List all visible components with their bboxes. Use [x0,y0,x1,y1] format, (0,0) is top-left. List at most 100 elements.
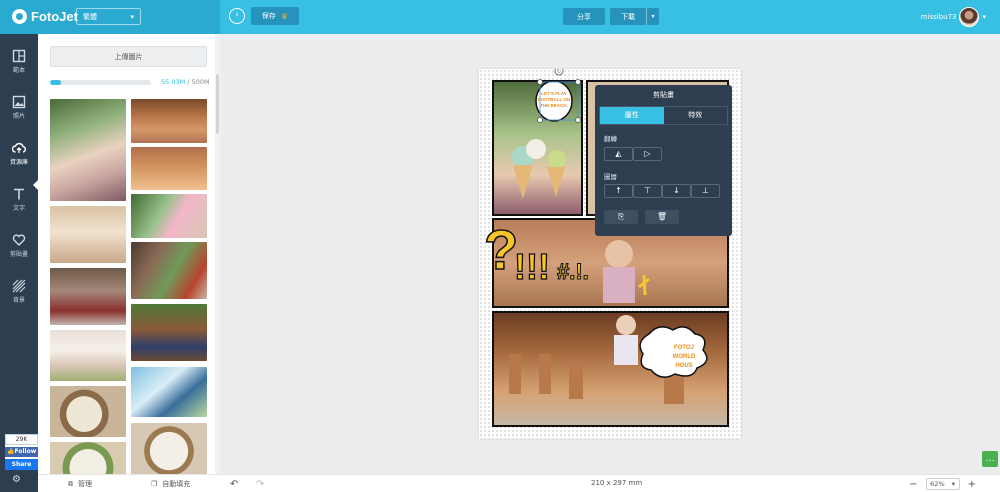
svg-text:WORLD: WORLD [673,354,696,360]
save-button[interactable]: 保存 ♛ [251,7,299,25]
svg-text:!!!: !!! [514,246,550,287]
svg-text:#.!.: #.!. [557,259,589,284]
back-button[interactable]: ‹ [229,8,245,24]
cloud-bubble[interactable] [639,326,708,378]
to-top-icon: ⊤ [644,186,651,195]
autofill-button[interactable]: ❐ 自動填充 [151,479,190,489]
autofill-icon: ❐ [151,480,158,488]
zoom-out-icon[interactable]: − [909,479,917,490]
pattern-icon [12,279,26,293]
gear-icon[interactable]: ⚙ [12,474,21,485]
svg-text:FOOTBALL ON: FOOTBALL ON [538,97,570,102]
storage-used: 55.03M [161,78,186,86]
library-thumbnail[interactable] [131,194,207,238]
send-backward-button[interactable]: ↓ [662,184,691,198]
nav-item-photos[interactable]: 照片 [0,90,38,130]
tab-effects[interactable]: 特效 [664,107,728,124]
upload-image-button[interactable]: 上傳圖片 [50,46,207,67]
trash-icon: 🗑 [656,212,668,221]
storage-progress-fill [50,79,62,85]
crown-icon: ♛ [280,11,289,21]
bring-to-front-button[interactable]: ⊤ [633,184,662,198]
download-dropdown-icon[interactable]: ▾ [646,8,659,25]
arrow-down-icon: ↓ [673,186,680,195]
user-menu[interactable]: missibu73 ▾ [921,7,986,27]
library-thumbnail[interactable] [131,367,207,417]
undo-button[interactable]: ↶ [230,479,238,490]
svg-text:FOTOJ: FOTOJ [674,345,694,351]
page-size: 210 x 297 mm [591,479,643,487]
facebook-share-button[interactable]: Share [5,459,38,470]
language-select[interactable]: 繁體 ▾ [76,8,141,25]
library-thumbnail[interactable] [50,442,126,474]
share-button[interactable]: 分享 [563,8,605,25]
library-thumbnail[interactable] [131,99,207,143]
fotojet-logo[interactable]: FotoJet [12,9,78,24]
zoom-controls: − 62% ▾ + [909,478,976,490]
cloud-upload-icon [12,142,26,153]
resize-handle[interactable] [537,79,543,85]
scroll-thumb[interactable] [216,74,219,134]
resize-handle[interactable] [537,117,543,123]
nav-item-clipart[interactable]: 剪貼畫 [0,228,38,268]
tab-properties[interactable]: 屬性 [600,107,664,124]
flip-label: 翻轉 [604,135,617,143]
clipart-properties-popup: 剪貼畫 屬性 特效 翻轉 ◭ ▷ 圖層 ↑ ⊤ ↓ ⊥ ⎘ 🗑 [595,85,732,236]
facebook-widget: 29K 👍Follow Share [5,434,38,470]
library-thumbnail[interactable] [131,304,207,361]
flip-vertical-button[interactable]: ▷ [633,147,662,161]
flip-vertical-icon: ▷ [644,149,651,158]
zoom-select[interactable]: 62% ▾ [925,478,960,490]
library-thumbnail[interactable] [50,386,126,437]
flip-horizontal-button[interactable]: ◭ [604,147,633,161]
copy-icon: ⎘ [617,212,625,221]
chevron-down-icon: ▾ [982,13,986,21]
library-thumbnail[interactable] [131,242,207,299]
nav-item-background[interactable]: 背景 [0,274,38,314]
chevron-down-icon: ▾ [951,480,956,488]
to-bottom-icon: ⊥ [702,186,709,195]
top-bar: FotoJet 繁體 ▾ ‹ 保存 ♛ 分享 下載 ▾ missibu73 ▾ [0,0,1000,34]
undo-icon: ↶ [230,479,239,490]
duplicate-button[interactable]: ⎘ [604,210,638,224]
zoom-in-icon[interactable]: + [968,479,976,490]
storage-progress-bar [50,79,151,85]
logo-mark-icon [12,9,27,24]
library-thumbnail[interactable] [50,99,126,201]
bottom-bar: ⧉ 管理 ❐ 自動填充 ↶ ↷ 210 x 297 mm − 62% ▾ + [38,474,1000,492]
nav-item-text[interactable]: 文字 [0,182,38,222]
svg-text:LET'S PLAY: LET'S PLAY [541,91,566,96]
nav-item-templates[interactable]: 範本 [0,44,38,84]
chat-icon[interactable]: … [982,451,998,467]
heart-icon [12,234,26,246]
svg-text:THE BEACH.: THE BEACH. [540,103,568,108]
panel-scrollbar[interactable] [215,34,220,474]
flip-horizontal-icon: ◭ [615,149,622,158]
follower-count: 29K [5,434,38,445]
image-icon [12,95,26,109]
library-thumbnail[interactable] [50,330,126,381]
manage-icon: ⧉ [68,479,73,488]
download-button[interactable]: 下載 ▾ [610,8,659,25]
redo-button[interactable]: ↷ [256,479,264,490]
arrow-up-icon: ↑ [615,186,622,195]
manage-button[interactable]: ⧉ 管理 [68,479,92,489]
send-to-back-button[interactable]: ⊥ [691,184,720,198]
bring-forward-button[interactable]: ↑ [604,184,633,198]
library-thumbnail[interactable] [131,423,207,474]
avatar [959,7,980,27]
redo-icon: ↷ [256,479,265,490]
facebook-follow-button[interactable]: 👍Follow [5,447,38,457]
nav-item-library[interactable]: 資源庫 [0,136,38,176]
library-thumbnail[interactable] [131,147,207,190]
library-thumbnail[interactable] [50,268,126,325]
logo-area: FotoJet 繁體 ▾ [0,0,220,34]
svg-text:↻: ↻ [557,69,561,75]
library-thumbnail[interactable] [50,206,126,263]
delete-button[interactable]: 🗑 [645,210,679,224]
svg-text:HOUS: HOUS [675,363,692,369]
resize-handle[interactable] [575,117,581,123]
chevron-down-icon: ▾ [130,12,134,21]
resize-handle[interactable] [575,79,581,85]
storage-total: 500M [191,78,210,86]
